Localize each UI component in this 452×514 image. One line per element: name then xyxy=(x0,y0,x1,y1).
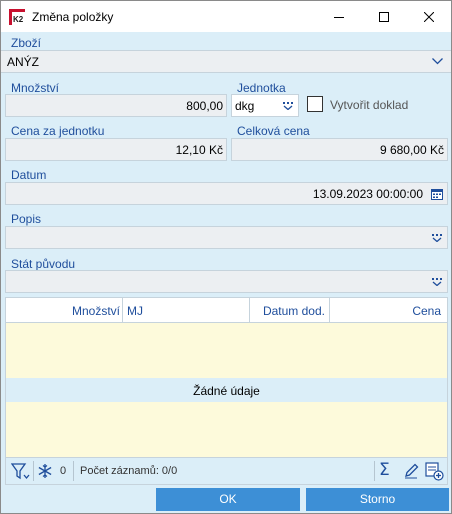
list-dropdown-icon xyxy=(432,277,442,286)
record-count: Počet záznamů: 0/0 xyxy=(80,465,178,477)
date-value: 13.09.2023 00:00:00 xyxy=(312,187,423,201)
title-bar: K2 Změna položky xyxy=(1,1,451,32)
list-dropdown-icon xyxy=(432,233,442,242)
calendar-icon xyxy=(431,188,443,200)
grid-column-quantity[interactable]: Množství xyxy=(72,304,120,318)
date-label: Datum xyxy=(11,168,47,182)
unit-label: Jednotka xyxy=(237,81,286,95)
unit-price-label: Cena za jednotku xyxy=(11,124,105,138)
total-price-value: 9 680,00 Kč xyxy=(379,143,444,157)
grid-statusbar: 0 Počet záznamů: 0/0 Σ xyxy=(5,458,448,485)
total-price-label: Celková cena xyxy=(237,124,310,138)
frozen-count: 0 xyxy=(60,465,67,477)
grid-column-divider[interactable] xyxy=(122,298,123,322)
statusbar-divider xyxy=(73,461,74,481)
close-button[interactable] xyxy=(406,1,451,32)
filter-icon[interactable] xyxy=(11,463,31,481)
sum-icon[interactable]: Σ xyxy=(379,460,390,480)
origin-country-combobox[interactable] xyxy=(5,270,448,293)
quantity-label: Množství xyxy=(11,81,60,95)
date-field[interactable]: 13.09.2023 00:00:00 xyxy=(5,182,448,205)
goods-label: Zboží xyxy=(11,36,42,50)
grid-column-divider[interactable] xyxy=(249,298,250,322)
dialog-window: K2 Změna položky Zboží ANÝZ Množství Jed… xyxy=(0,0,452,514)
unit-dropdown-button[interactable] xyxy=(278,95,298,116)
description-label: Popis xyxy=(11,212,42,226)
chevron-down-icon xyxy=(431,58,443,65)
date-picker-button[interactable] xyxy=(427,183,447,204)
snowflake-icon[interactable] xyxy=(38,464,52,478)
description-combobox[interactable] xyxy=(5,226,448,249)
goods-value: ANÝZ xyxy=(7,55,40,69)
unit-combobox[interactable]: dkg xyxy=(231,94,299,117)
grid-header: Množství MJ Datum dod. Cena xyxy=(6,298,447,323)
goods-dropdown-button[interactable] xyxy=(427,51,447,72)
unit-value: dkg xyxy=(235,99,255,113)
create-document-label: Vytvořit doklad xyxy=(330,98,409,112)
kelt-app-icon: K2 xyxy=(9,9,25,25)
grid-column-unit[interactable]: MJ xyxy=(127,304,143,318)
goods-combobox[interactable]: ANÝZ xyxy=(1,50,451,73)
svg-text:K2: K2 xyxy=(13,15,24,24)
maximize-button[interactable] xyxy=(361,1,406,32)
minimize-button[interactable] xyxy=(316,1,361,32)
quantity-field[interactable]: 800,00 xyxy=(5,94,227,117)
close-icon xyxy=(423,11,434,22)
unit-price-value: 12,10 Kč xyxy=(175,143,223,157)
deliveries-grid[interactable]: Množství MJ Datum dod. Cena Žádné údaje xyxy=(5,297,448,458)
create-document-checkbox[interactable] xyxy=(307,96,323,112)
grid-column-price[interactable]: Cena xyxy=(412,304,441,318)
total-price-field[interactable]: 9 680,00 Kč xyxy=(231,138,448,161)
grid-column-divider[interactable] xyxy=(329,298,330,322)
maximize-icon xyxy=(378,11,389,22)
description-dropdown-button[interactable] xyxy=(427,227,447,248)
grid-empty-text: Žádné údaje xyxy=(193,384,260,398)
list-dropdown-icon xyxy=(283,101,293,110)
minimize-icon xyxy=(333,16,344,18)
grid-column-delivery-date[interactable]: Datum dod. xyxy=(263,304,325,318)
add-record-icon[interactable] xyxy=(425,462,444,481)
cancel-button[interactable]: Storno xyxy=(306,488,449,511)
quantity-value: 800,00 xyxy=(186,99,223,113)
statusbar-divider xyxy=(374,461,375,481)
edit-pencil-icon[interactable] xyxy=(403,463,419,479)
origin-country-label: Stát původu xyxy=(11,257,76,271)
ok-button[interactable]: OK xyxy=(156,488,300,511)
origin-country-dropdown-button[interactable] xyxy=(427,271,447,292)
window-title: Změna položky xyxy=(32,10,114,24)
statusbar-divider xyxy=(33,461,34,481)
unit-price-field[interactable]: 12,10 Kč xyxy=(5,138,227,161)
